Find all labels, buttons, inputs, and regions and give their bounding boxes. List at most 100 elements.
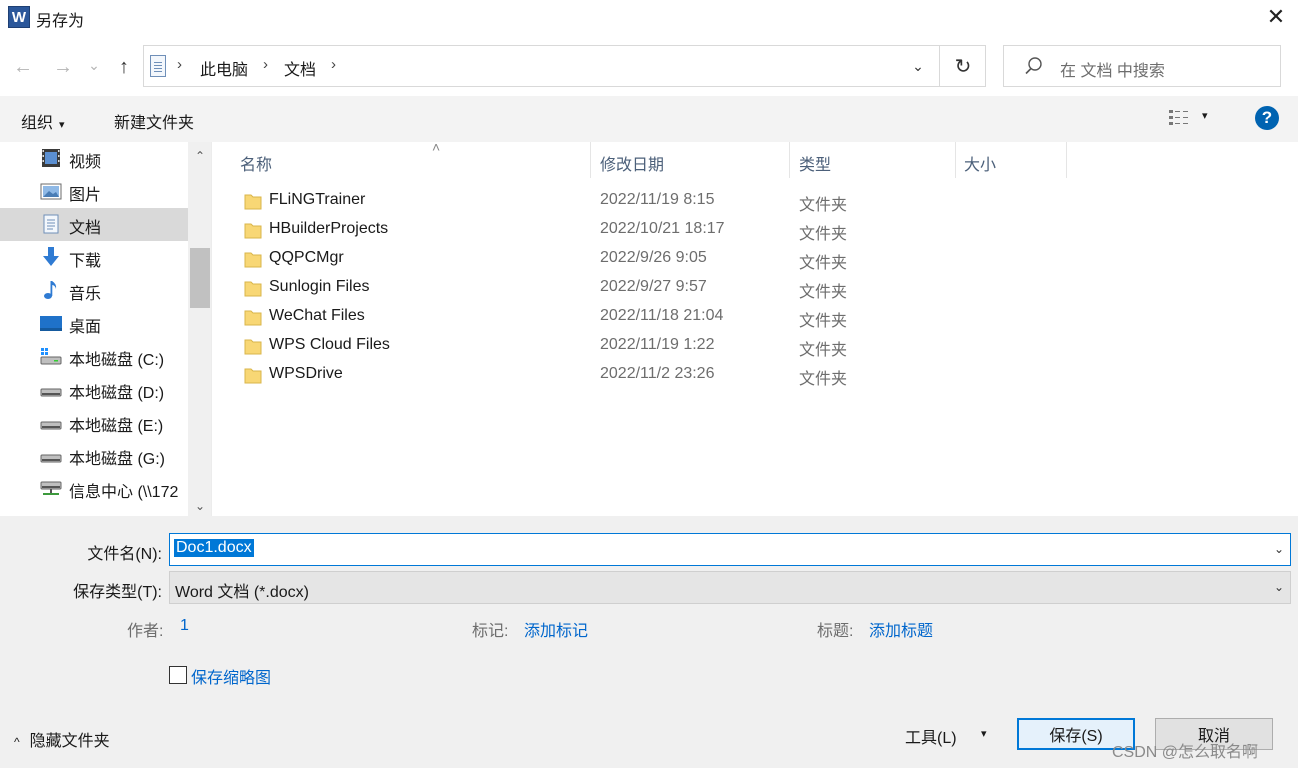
sidebar-item-label: 本地磁盘 (C:): [69, 352, 165, 369]
chevron-down-icon[interactable]: ▾: [981, 727, 987, 740]
tags-label: 标记:: [472, 623, 509, 640]
sidebar-item-drive-d[interactable]: 本地磁盘 (D:): [0, 373, 188, 406]
navigation-scrollbar[interactable]: ⌃ ⌄: [188, 142, 211, 516]
chevron-up-icon: ^: [14, 735, 20, 749]
view-options-icon[interactable]: [1168, 108, 1192, 126]
file-type: 文件夹: [799, 197, 848, 214]
file-name: WPS Cloud Files: [269, 336, 390, 353]
table-row[interactable]: QQPCMgr 2022/9/26 9:05 文件夹: [237, 245, 857, 274]
address-bar[interactable]: › 此电脑 › 文档 › ⌄ ↻: [143, 45, 986, 87]
chevron-down-icon[interactable]: ⌄: [1274, 580, 1284, 594]
sidebar-item-music[interactable]: 音乐: [0, 274, 188, 307]
pictures-icon: [40, 183, 62, 200]
back-button[interactable]: ←: [10, 54, 36, 80]
forward-button[interactable]: →: [50, 54, 76, 80]
search-placeholder: 在 文档 中搜索: [1060, 63, 1165, 80]
column-header-name[interactable]: 名称 ˄: [240, 139, 590, 178]
column-header-type[interactable]: 类型: [799, 142, 949, 178]
up-button[interactable]: ↑: [111, 54, 137, 80]
sidebar-item-pictures[interactable]: 图片: [0, 175, 188, 208]
column-header-label: 名称: [240, 157, 273, 174]
file-date: 2022/11/2 23:26: [600, 365, 715, 382]
table-row[interactable]: HBuilderProjects 2022/10/21 18:17 文件夹: [237, 216, 857, 245]
sidebar-item-drive-e[interactable]: 本地磁盘 (E:): [0, 406, 188, 439]
help-icon[interactable]: ?: [1255, 106, 1279, 130]
column-header-date[interactable]: 修改日期: [600, 142, 790, 178]
table-row[interactable]: FLiNGTrainer 2022/11/19 8:15 文件夹: [237, 187, 857, 216]
hide-folders-label: 隐藏文件夹: [29, 733, 110, 750]
file-date: 2022/11/18 21:04: [600, 307, 724, 324]
file-name: Sunlogin Files: [269, 278, 370, 295]
filetype-select[interactable]: Word 文档 (*.docx) ⌄: [169, 571, 1291, 604]
sidebar-item-label: 视频: [69, 154, 102, 171]
tools-menu-button[interactable]: 工具(L): [905, 724, 957, 748]
sidebar-item-desktop[interactable]: 桌面: [0, 307, 188, 340]
title-field[interactable]: 添加标题: [869, 617, 933, 641]
file-date: 2022/9/27 9:57: [600, 278, 707, 295]
scrollbar-thumb[interactable]: [190, 248, 210, 308]
filetype-label: 保存类型(T):: [73, 584, 162, 601]
sidebar-item-documents[interactable]: 文档: [0, 208, 188, 241]
sidebar-item-label: 信息中心 (\\172: [69, 484, 179, 501]
sidebar-item-label: 图片: [69, 187, 102, 204]
column-divider[interactable]: [955, 142, 956, 178]
file-type: 文件夹: [799, 255, 848, 272]
chevron-down-icon: ▾: [59, 119, 65, 131]
sidebar-item-drive-c[interactable]: 本地磁盘 (C:): [0, 340, 188, 373]
table-row[interactable]: WPS Cloud Files 2022/11/19 1:22 文件夹: [237, 332, 857, 361]
author-label: 作者:: [127, 623, 164, 640]
new-folder-button[interactable]: 新建文件夹: [114, 109, 194, 133]
author-field[interactable]: 1: [180, 617, 189, 635]
table-row[interactable]: Sunlogin Files 2022/9/27 9:57 文件夹: [237, 274, 857, 303]
sidebar-item-label: 本地磁盘 (E:): [69, 418, 164, 435]
column-divider[interactable]: [590, 142, 591, 178]
save-options-panel: 文件名(N): Doc1.docx ⌄ 保存类型(T): Word 文档 (*.…: [0, 516, 1298, 768]
hide-folders-button[interactable]: ^ 隐藏文件夹: [14, 727, 110, 751]
file-date: 2022/11/19 8:15: [600, 191, 715, 208]
filename-input[interactable]: Doc1.docx ⌄: [169, 533, 1291, 566]
address-history-dropdown[interactable]: ⌄: [897, 46, 939, 86]
file-name: FLiNGTrainer: [269, 191, 366, 208]
refresh-button[interactable]: ↻: [941, 46, 985, 86]
save-thumbnail-checkbox[interactable]: [169, 666, 187, 684]
breadcrumb-separator[interactable]: ›: [263, 56, 268, 73]
word-app-icon: W: [8, 6, 30, 28]
file-type: 文件夹: [799, 284, 848, 301]
filename-label: 文件名(N):: [87, 546, 162, 563]
scroll-up-icon[interactable]: ⌃: [188, 144, 211, 168]
sidebar-item-label: 文档: [69, 220, 102, 237]
column-divider[interactable]: [1066, 142, 1067, 178]
column-divider[interactable]: [789, 142, 790, 178]
breadcrumb-separator[interactable]: ›: [177, 56, 182, 73]
navigation-pane: 视频 图片 文档 下载 音乐 桌面 本地磁盘 (C:) 本地磁盘 (D:) 本地…: [0, 142, 212, 516]
table-row[interactable]: WPSDrive 2022/11/2 23:26 文件夹: [237, 361, 857, 390]
address-divider: [939, 46, 940, 86]
sidebar-item-downloads[interactable]: 下载: [0, 241, 188, 274]
breadcrumb-this-pc[interactable]: 此电脑: [200, 56, 248, 80]
search-input[interactable]: 在 文档 中搜索: [1003, 45, 1281, 87]
sort-ascending-icon: ˄: [432, 139, 441, 155]
scroll-down-icon[interactable]: ⌄: [188, 494, 211, 516]
organize-menu[interactable]: 组织 ▾: [21, 109, 65, 133]
music-icon: [44, 281, 57, 299]
table-row[interactable]: WeChat Files 2022/11/18 21:04 文件夹: [237, 303, 857, 332]
sidebar-item-network-drive[interactable]: 信息中心 (\\172: [0, 472, 188, 505]
breadcrumb-separator[interactable]: ›: [331, 56, 336, 73]
tags-field[interactable]: 添加标记: [524, 617, 588, 641]
close-button[interactable]: ✕: [1254, 0, 1298, 34]
file-name: WPSDrive: [269, 365, 343, 382]
recent-locations-icon[interactable]: ⌄: [84, 52, 104, 78]
sidebar-item-videos[interactable]: 视频: [0, 142, 188, 175]
window-title: 另存为: [36, 13, 85, 30]
title-bar: W 另存为 ✕: [0, 0, 1298, 34]
chevron-down-icon[interactable]: ⌄: [1274, 542, 1284, 556]
sidebar-item-drive-g[interactable]: 本地磁盘 (G:): [0, 439, 188, 472]
file-name: WeChat Files: [269, 307, 365, 324]
documents-icon: [43, 214, 59, 234]
column-header-size[interactable]: 大小: [964, 142, 1064, 178]
file-type: 文件夹: [799, 342, 848, 359]
view-options-dropdown[interactable]: ▾: [1202, 109, 1208, 122]
save-thumbnail-label[interactable]: 保存缩略图: [191, 664, 271, 688]
breadcrumb-documents[interactable]: 文档: [284, 56, 316, 80]
command-toolbar: 组织 ▾ 新建文件夹 ▾ ?: [0, 96, 1298, 142]
